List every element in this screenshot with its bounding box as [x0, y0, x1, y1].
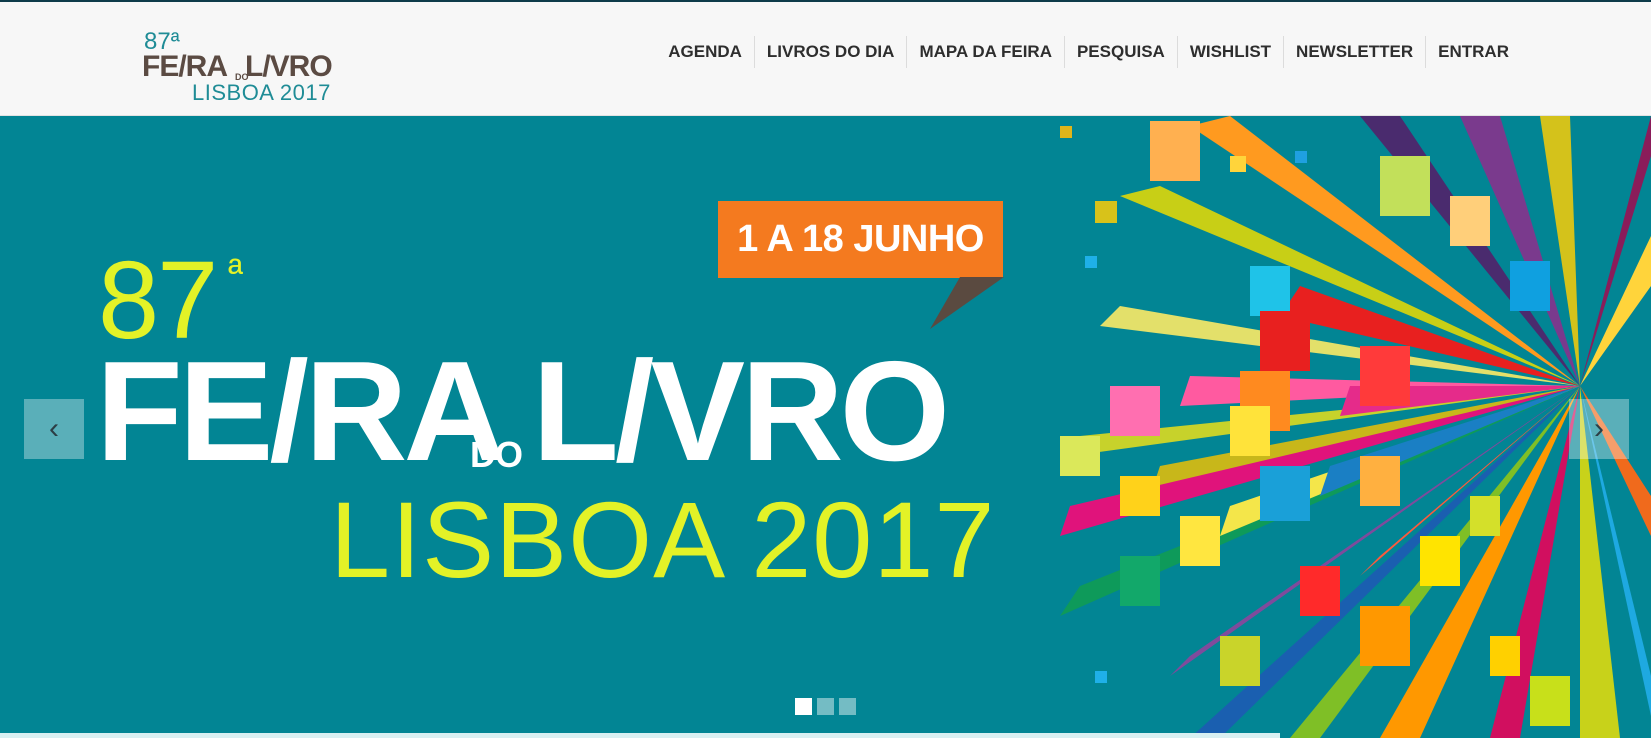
date-badge: 1 A 18 JUNHO — [718, 201, 1003, 278]
logo-livro: L/VRO — [245, 50, 333, 83]
nav-newsletter[interactable]: NEWSLETTER — [1283, 36, 1425, 68]
book-burst-illustration — [1060, 116, 1651, 738]
badge-tail — [930, 277, 1004, 329]
hero-slider: 1 A 18 JUNHO 87 ª FE/RA L/VRO DO LISBOA 2… — [0, 116, 1651, 738]
slider-pagination — [795, 698, 856, 715]
slider-next-button[interactable]: › — [1569, 399, 1629, 459]
nav-entrar[interactable]: ENTRAR — [1425, 36, 1521, 68]
hero-title-do: DO — [470, 434, 523, 475]
site-logo[interactable]: 87ª FE/RA L/VRO DO LISBOA 2017 — [142, 30, 342, 108]
nav-pesquisa[interactable]: PESQUISA — [1063, 36, 1177, 68]
nav-livros-do-dia[interactable]: LIVROS DO DIA — [753, 36, 907, 68]
hero-edition-ordinal: ª — [228, 252, 243, 296]
nav-mapa-da-feira[interactable]: MAPA DA FEIRA — [906, 36, 1064, 68]
slider-dot-1[interactable] — [795, 698, 812, 715]
chevron-left-icon: ‹ — [49, 412, 59, 445]
hero-subtitle: LISBOA 2017 — [330, 479, 996, 600]
logo-city-year: LISBOA 2017 — [192, 80, 331, 105]
slider-progress-bar — [0, 733, 1280, 738]
slider-dot-3[interactable] — [839, 698, 856, 715]
nav-agenda[interactable]: AGENDA — [656, 36, 754, 68]
logo-feira: FE/RA — [142, 50, 228, 83]
slider-dot-2[interactable] — [817, 698, 834, 715]
site-header: 87ª FE/RA L/VRO DO LISBOA 2017 AGENDA LIV… — [0, 2, 1651, 116]
main-nav: AGENDA LIVROS DO DIA MAPA DA FEIRA PESQU… — [656, 36, 1521, 68]
slider-prev-button[interactable]: ‹ — [24, 399, 84, 459]
chevron-right-icon: › — [1594, 412, 1604, 445]
nav-wishlist[interactable]: WISHLIST — [1176, 36, 1283, 68]
